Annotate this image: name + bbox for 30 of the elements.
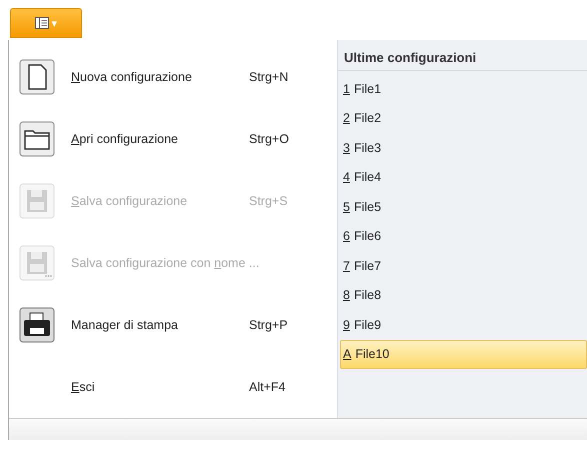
menu-item-label: Salva configurazione	[71, 194, 188, 208]
shortcut-label: Strg+O	[249, 132, 289, 146]
recent-file-item[interactable]: 1 File1	[338, 74, 587, 104]
recent-file-item[interactable]: 2 File2	[338, 104, 587, 133]
document-icon	[19, 59, 55, 95]
menu-item[interactable]: Apri configurazione Strg+O	[9, 108, 337, 170]
recent-file-item[interactable]: 9 File9	[338, 310, 587, 340]
menu-item-label: Manager di stampa	[71, 318, 180, 332]
menu-item-label: Salva configurazione con nome ...	[71, 256, 260, 270]
printer-icon	[19, 307, 55, 343]
menu-item-label: Esci	[71, 380, 96, 394]
folder-icon	[19, 121, 55, 157]
menu-item[interactable]: Manager di stampa Strg+P	[9, 294, 337, 356]
menu-item[interactable]: Esci Alt+F4	[9, 356, 337, 418]
menu-item-label: Apri configurazione	[71, 132, 180, 146]
recent-file-item[interactable]: 3 File3	[338, 133, 587, 162]
shortcut-label: Alt+F4	[249, 380, 286, 394]
shortcut-label: Strg+N	[249, 70, 288, 84]
recent-file-item[interactable]: 8 File8	[338, 280, 587, 310]
recent-file-item[interactable]: 6 File6	[338, 222, 587, 251]
menu-item-label: Nuova configurazione	[71, 70, 193, 84]
recent-file-item[interactable]: 4 File4	[338, 162, 587, 192]
shortcut-label: Strg+S	[249, 194, 288, 208]
panel-icon	[34, 17, 48, 29]
menu-item[interactable]: Nuova configurazione Strg+N	[9, 46, 337, 108]
shortcut-label: Strg+P	[249, 318, 288, 332]
recent-files-heading: Ultime configurazioni	[338, 45, 587, 71]
recent-file-item[interactable]: A File10	[340, 340, 587, 369]
recent-file-item[interactable]: 5 File5	[338, 192, 587, 222]
recent-file-item[interactable]: 7 File7	[338, 251, 587, 280]
